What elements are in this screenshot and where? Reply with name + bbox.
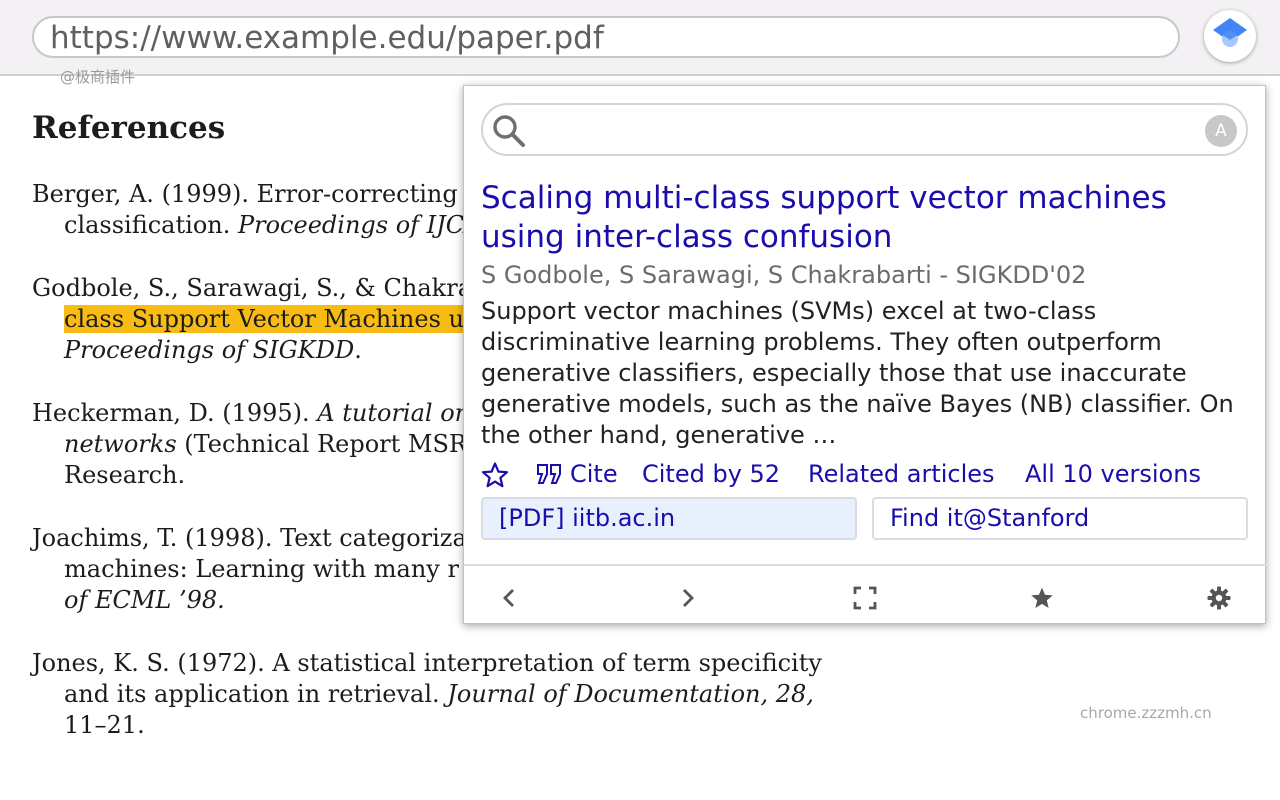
chevron-left-icon	[503, 589, 514, 607]
reference-text: and its application in retrieval.	[64, 680, 448, 708]
fullscreen-icon	[853, 586, 877, 610]
reference-continuation-line: and its application in retrieval. Journa…	[64, 679, 814, 710]
reference-text: Proceedings of IJCA	[237, 211, 482, 239]
reference-continuation-line: networks (Technical Report MSR	[64, 429, 467, 460]
reference-continuation-line: machines: Learning with many r	[64, 554, 459, 585]
settings-button[interactable]	[1199, 578, 1239, 618]
pdf-link-button[interactable]: [PDF] iitb.ac.in	[481, 497, 857, 540]
fullscreen-button[interactable]	[845, 578, 885, 618]
reference-entry-line: Joachims, T. (1998). Text categoriza	[32, 523, 467, 554]
cited-by-link[interactable]: Cited by 52	[642, 457, 780, 491]
watermark-text: @极商插件	[60, 68, 136, 86]
previous-result-button[interactable]	[490, 578, 530, 618]
reference-text: 11–21.	[64, 711, 145, 739]
reference-text: .	[354, 336, 362, 364]
reference-entry-line: Berger, A. (1999). Error-correcting o	[32, 179, 480, 210]
reference-text: networks	[64, 430, 177, 458]
reference-continuation-line: Research.	[64, 460, 185, 491]
reference-text: Heckerman, D. (1995).	[32, 399, 318, 427]
browser-toolbar: https://www.example.edu/paper.pdf	[0, 0, 1280, 76]
reference-text: Joachims, T. (1998). Text categoriza	[32, 524, 467, 552]
reference-entry-line: Heckerman, D. (1995). A tutorial on	[32, 398, 470, 429]
all-versions-link[interactable]: All 10 versions	[1025, 457, 1201, 491]
reference-text: Berger, A. (1999). Error-correcting o	[32, 180, 480, 208]
next-result-button[interactable]	[667, 578, 707, 618]
reference-text: Proceedings of SIGKDD	[64, 336, 355, 364]
page-heading: References	[32, 110, 226, 146]
reference-continuation-line: of ECML ’98.	[64, 585, 225, 616]
my-library-button[interactable]	[1022, 578, 1062, 618]
url-text[interactable]: https://www.example.edu/paper.pdf	[50, 20, 604, 56]
scholar-popup: A Scaling multi-class support vector mac…	[463, 85, 1267, 624]
reference-continuation-line: class Support Vector Machines u	[64, 304, 464, 335]
result-snippet: Support vector machines (SVMs) excel at …	[481, 297, 1234, 449]
chevron-right-icon	[683, 589, 694, 607]
search-icon	[493, 115, 525, 147]
reference-text: Research.	[64, 461, 186, 489]
starred-icon	[1031, 587, 1053, 608]
scholar-extension-button[interactable]	[1204, 10, 1256, 62]
watermark-url: chrome.zzzmh.cn	[1080, 704, 1212, 722]
reference-continuation-line: Proceedings of SIGKDD.	[64, 335, 362, 366]
highlighted-text: class Support Vector Machines u	[64, 305, 464, 333]
result-actions: Cite Cited by 52 Related articles All 10…	[481, 457, 1251, 491]
reference-text: machines: Learning with many r	[64, 555, 459, 583]
reference-entry-line: Jones, K. S. (1972). A statistical inter…	[32, 648, 822, 679]
reference-continuation-line: classification. Proceedings of IJCA	[64, 210, 481, 241]
save-star-icon[interactable]	[481, 462, 509, 488]
reference-text: classification.	[64, 211, 238, 239]
result-authors: S Godbole, S Sarawagi, S Chakrabarti - S…	[481, 261, 1087, 289]
reference-text: Godbole, S., Sarawagi, S., & Chakrab	[32, 274, 488, 302]
toolbar-divider	[464, 564, 1267, 566]
cite-link[interactable]: Cite	[570, 457, 618, 491]
search-field[interactable]: A	[481, 103, 1248, 156]
reference-text: of ECML ’98.	[64, 586, 225, 614]
reference-entry-line: Godbole, S., Sarawagi, S., & Chakrab	[32, 273, 487, 304]
account-avatar[interactable]: A	[1205, 115, 1237, 147]
address-bar[interactable]: https://www.example.edu/paper.pdf	[32, 16, 1180, 58]
reference-text: (Technical Report MSR	[176, 430, 467, 458]
reference-continuation-line: 11–21.	[64, 710, 145, 741]
result-title-link[interactable]: Scaling multi-class support vector machi…	[481, 179, 1251, 257]
library-link-button[interactable]: Find it@Stanford	[872, 497, 1248, 540]
reference-text: A tutorial on	[317, 399, 471, 427]
cite-quote-icon	[537, 464, 561, 484]
reference-text: Jones, K. S. (1972). A statistical inter…	[32, 649, 822, 677]
gear-icon	[1207, 586, 1231, 610]
scholar-mortarboard-icon	[1213, 18, 1247, 47]
related-articles-link[interactable]: Related articles	[808, 457, 995, 491]
reference-text: Journal of Documentation, 28,	[447, 680, 814, 708]
